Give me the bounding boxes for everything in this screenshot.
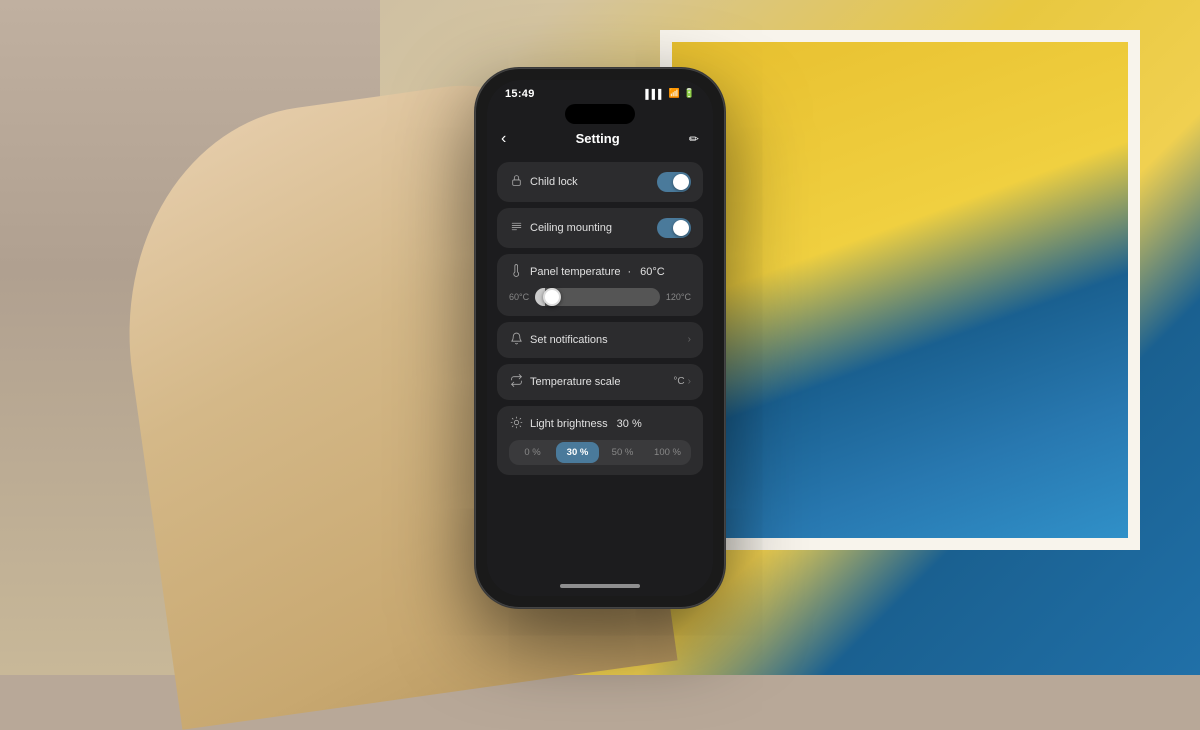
light-brightness-label: Light brightness xyxy=(530,418,608,430)
sun-icon xyxy=(509,416,523,432)
panel-temperature-header: Panel temperature · 60°C xyxy=(509,264,691,280)
child-lock-label: Child lock xyxy=(530,176,578,188)
brightness-selector: 0 % 30 % 50 % 100 % xyxy=(509,440,691,465)
ceiling-mounting-row: Ceiling mounting xyxy=(497,208,703,248)
battery-icon: 🔋 xyxy=(684,88,695,99)
nav-bar: ‹ Setting ✏ xyxy=(487,126,713,156)
status-icons: ▌▌▌ 📶 🔋 xyxy=(645,88,695,99)
temperature-scale-right: °C › xyxy=(673,376,691,387)
set-notifications-left: Set notifications xyxy=(509,332,608,348)
status-bar: 15:49 ▌▌▌ 📶 🔋 xyxy=(487,80,713,104)
child-lock-row: Child lock xyxy=(497,162,703,202)
brightness-100[interactable]: 100 % xyxy=(646,442,689,463)
brightness-0[interactable]: 0 % xyxy=(511,442,554,463)
status-time: 15:49 xyxy=(505,88,535,100)
temperature-slider[interactable] xyxy=(535,288,660,306)
light-brightness-header: Light brightness 30 % xyxy=(509,416,691,432)
child-lock-toggle[interactable] xyxy=(657,172,691,192)
ceiling-icon xyxy=(509,220,523,236)
child-lock-left: Child lock xyxy=(509,174,578,190)
temperature-scale-label: Temperature scale xyxy=(530,376,621,388)
child-lock-toggle-thumb xyxy=(673,174,689,190)
set-notifications-label: Set notifications xyxy=(530,334,608,346)
settings-content: Child lock xyxy=(487,156,713,578)
panel-temperature-separator: · xyxy=(628,266,632,278)
set-notifications-row[interactable]: Set notifications › xyxy=(497,322,703,358)
temperature-scale-row[interactable]: Temperature scale °C › xyxy=(497,364,703,400)
set-notifications-card[interactable]: Set notifications › xyxy=(497,322,703,358)
temperature-scale-chevron: › xyxy=(688,376,691,387)
panel-temperature-value: 60°C xyxy=(640,266,665,278)
lock-icon xyxy=(509,174,523,190)
phone-screen: 15:49 ▌▌▌ 📶 🔋 ‹ Setting ✏ xyxy=(487,80,713,596)
temp-max-label: 120°C xyxy=(666,292,691,302)
temperature-slider-row: 60°C 120°C xyxy=(509,288,691,306)
panel-temperature-label: Panel temperature xyxy=(530,266,621,278)
notifications-chevron: › xyxy=(688,334,691,345)
back-button[interactable]: ‹ xyxy=(501,130,506,148)
wifi-icon: 📶 xyxy=(669,88,680,99)
phone-container: 15:49 ▌▌▌ 📶 🔋 ‹ Setting ✏ xyxy=(475,68,725,608)
ceiling-mounting-toggle[interactable] xyxy=(657,218,691,238)
ceiling-mounting-card: Ceiling mounting xyxy=(497,208,703,248)
dynamic-island xyxy=(565,104,635,124)
temperature-scale-value: °C xyxy=(673,376,684,387)
light-brightness-card: Light brightness 30 % 0 % 30 % 50 % 100 … xyxy=(497,406,703,475)
background-art-frame xyxy=(660,30,1140,550)
nav-title: Setting xyxy=(576,131,620,146)
child-lock-card: Child lock xyxy=(497,162,703,202)
edit-button[interactable]: ✏ xyxy=(689,132,699,146)
phone: 15:49 ▌▌▌ 📶 🔋 ‹ Setting ✏ xyxy=(475,68,725,608)
temperature-scale-left: Temperature scale xyxy=(509,374,621,390)
scale-icon xyxy=(509,374,523,390)
ceiling-mounting-left: Ceiling mounting xyxy=(509,220,612,236)
bell-icon xyxy=(509,332,523,348)
ceiling-mounting-toggle-thumb xyxy=(673,220,689,236)
home-indicator xyxy=(560,584,640,588)
ceiling-mounting-label: Ceiling mounting xyxy=(530,222,612,234)
background-art xyxy=(672,42,1128,538)
temperature-scale-card[interactable]: Temperature scale °C › xyxy=(497,364,703,400)
light-brightness-section: Light brightness 30 % 0 % 30 % 50 % 100 … xyxy=(497,406,703,475)
light-brightness-value: 30 % xyxy=(617,418,642,430)
thermometer-icon xyxy=(509,264,523,280)
brightness-30[interactable]: 30 % xyxy=(556,442,599,463)
signal-icon: ▌▌▌ xyxy=(645,89,664,99)
slider-thumb[interactable] xyxy=(543,288,561,306)
temp-min-label: 60°C xyxy=(509,292,529,302)
brightness-50[interactable]: 50 % xyxy=(601,442,644,463)
panel-temperature-section: Panel temperature · 60°C 60°C 120°C xyxy=(497,254,703,316)
panel-temperature-card: Panel temperature · 60°C 60°C 120°C xyxy=(497,254,703,316)
